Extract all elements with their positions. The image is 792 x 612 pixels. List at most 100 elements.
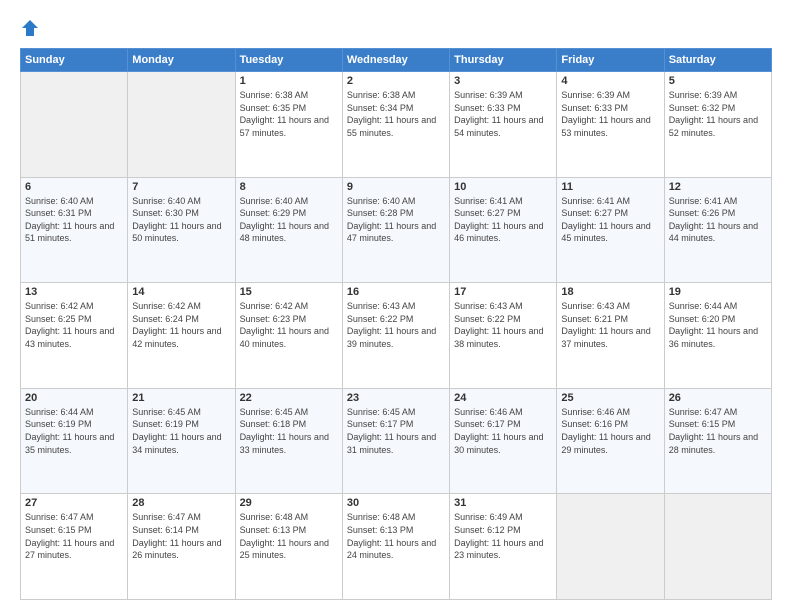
day-info: Sunrise: 6:47 AM Sunset: 6:14 PM Dayligh… [132, 511, 230, 561]
weekday-header-sunday: Sunday [21, 49, 128, 72]
page: SundayMondayTuesdayWednesdayThursdayFrid… [0, 0, 792, 612]
day-info: Sunrise: 6:39 AM Sunset: 6:33 PM Dayligh… [454, 89, 552, 139]
day-number: 24 [454, 392, 552, 404]
weekday-header-tuesday: Tuesday [235, 49, 342, 72]
empty-cell [21, 72, 128, 178]
day-info: Sunrise: 6:39 AM Sunset: 6:33 PM Dayligh… [561, 89, 659, 139]
day-number: 14 [132, 286, 230, 298]
day-number: 11 [561, 181, 659, 193]
day-number: 7 [132, 181, 230, 193]
day-info: Sunrise: 6:45 AM Sunset: 6:18 PM Dayligh… [240, 406, 338, 456]
day-cell-2: 2Sunrise: 6:38 AM Sunset: 6:34 PM Daylig… [342, 72, 449, 178]
day-info: Sunrise: 6:44 AM Sunset: 6:19 PM Dayligh… [25, 406, 123, 456]
day-info: Sunrise: 6:47 AM Sunset: 6:15 PM Dayligh… [25, 511, 123, 561]
day-cell-27: 27 Sunrise: 6:47 AM Sunset: 6:15 PM Dayli… [21, 494, 128, 600]
day-cell-5: 5Sunrise: 6:39 AM Sunset: 6:32 PM Daylig… [664, 72, 771, 178]
day-info: Sunrise: 6:40 AM Sunset: 6:28 PM Dayligh… [347, 195, 445, 245]
day-cell-28: 28 Sunrise: 6:47 AM Sunset: 6:14 PM Dayli… [128, 494, 235, 600]
day-info: Sunrise: 6:46 AM Sunset: 6:17 PM Dayligh… [454, 406, 552, 456]
day-number: 13 [25, 286, 123, 298]
day-cell-31: 31Sunrise: 6:49 AM Sunset: 6:12 PM Dayli… [450, 494, 557, 600]
day-cell-16: 16 Sunrise: 6:43 AM Sunset: 6:22 PM Dayli… [342, 283, 449, 389]
day-info: Sunrise: 6:43 AM Sunset: 6:22 PM Dayligh… [454, 300, 552, 350]
day-number: 31 [454, 497, 552, 509]
week-row-4: 20 Sunrise: 6:44 AM Sunset: 6:19 PM Dayli… [21, 388, 772, 494]
day-number: 16 [347, 286, 445, 298]
logo [20, 18, 44, 38]
day-number: 27 [25, 497, 123, 509]
day-info: Sunrise: 6:40 AM Sunset: 6:29 PM Dayligh… [240, 195, 338, 245]
day-info: Sunrise: 6:40 AM Sunset: 6:31 PM Dayligh… [25, 195, 123, 245]
logo-icon [20, 18, 40, 38]
week-row-2: 6 Sunrise: 6:40 AM Sunset: 6:31 PM Daylig… [21, 177, 772, 283]
weekday-header-saturday: Saturday [664, 49, 771, 72]
week-row-3: 13 Sunrise: 6:42 AM Sunset: 6:25 PM Dayli… [21, 283, 772, 389]
calendar-table: SundayMondayTuesdayWednesdayThursdayFrid… [20, 48, 772, 600]
day-cell-25: 25Sunrise: 6:46 AM Sunset: 6:16 PM Dayli… [557, 388, 664, 494]
day-info: Sunrise: 6:48 AM Sunset: 6:13 PM Dayligh… [240, 511, 338, 561]
day-cell-10: 10Sunrise: 6:41 AM Sunset: 6:27 PM Dayli… [450, 177, 557, 283]
day-cell-23: 23 Sunrise: 6:45 AM Sunset: 6:17 PM Dayli… [342, 388, 449, 494]
day-cell-30: 30 Sunrise: 6:48 AM Sunset: 6:13 PM Dayli… [342, 494, 449, 600]
day-info: Sunrise: 6:41 AM Sunset: 6:27 PM Dayligh… [454, 195, 552, 245]
day-cell-29: 29 Sunrise: 6:48 AM Sunset: 6:13 PM Dayli… [235, 494, 342, 600]
day-number: 25 [561, 392, 659, 404]
day-info: Sunrise: 6:45 AM Sunset: 6:17 PM Dayligh… [347, 406, 445, 456]
day-cell-24: 24 Sunrise: 6:46 AM Sunset: 6:17 PM Dayli… [450, 388, 557, 494]
week-row-1: 1Sunrise: 6:38 AM Sunset: 6:35 PM Daylig… [21, 72, 772, 178]
day-number: 29 [240, 497, 338, 509]
day-number: 6 [25, 181, 123, 193]
day-number: 9 [347, 181, 445, 193]
day-info: Sunrise: 6:42 AM Sunset: 6:24 PM Dayligh… [132, 300, 230, 350]
day-cell-12: 12 Sunrise: 6:41 AM Sunset: 6:26 PM Dayli… [664, 177, 771, 283]
day-number: 3 [454, 75, 552, 87]
day-cell-9: 9 Sunrise: 6:40 AM Sunset: 6:28 PM Daylig… [342, 177, 449, 283]
day-info: Sunrise: 6:42 AM Sunset: 6:25 PM Dayligh… [25, 300, 123, 350]
day-cell-7: 7 Sunrise: 6:40 AM Sunset: 6:30 PM Daylig… [128, 177, 235, 283]
day-info: Sunrise: 6:43 AM Sunset: 6:21 PM Dayligh… [561, 300, 659, 350]
day-info: Sunrise: 6:48 AM Sunset: 6:13 PM Dayligh… [347, 511, 445, 561]
day-info: Sunrise: 6:44 AM Sunset: 6:20 PM Dayligh… [669, 300, 767, 350]
week-row-5: 27 Sunrise: 6:47 AM Sunset: 6:15 PM Dayli… [21, 494, 772, 600]
day-number: 19 [669, 286, 767, 298]
day-number: 8 [240, 181, 338, 193]
day-cell-11: 11Sunrise: 6:41 AM Sunset: 6:27 PM Dayli… [557, 177, 664, 283]
day-cell-19: 19 Sunrise: 6:44 AM Sunset: 6:20 PM Dayli… [664, 283, 771, 389]
day-cell-20: 20 Sunrise: 6:44 AM Sunset: 6:19 PM Dayli… [21, 388, 128, 494]
day-cell-4: 4Sunrise: 6:39 AM Sunset: 6:33 PM Daylig… [557, 72, 664, 178]
day-info: Sunrise: 6:38 AM Sunset: 6:34 PM Dayligh… [347, 89, 445, 139]
day-number: 22 [240, 392, 338, 404]
day-info: Sunrise: 6:39 AM Sunset: 6:32 PM Dayligh… [669, 89, 767, 139]
day-info: Sunrise: 6:47 AM Sunset: 6:15 PM Dayligh… [669, 406, 767, 456]
day-info: Sunrise: 6:42 AM Sunset: 6:23 PM Dayligh… [240, 300, 338, 350]
weekday-header-thursday: Thursday [450, 49, 557, 72]
day-number: 30 [347, 497, 445, 509]
day-cell-3: 3 Sunrise: 6:39 AM Sunset: 6:33 PM Daylig… [450, 72, 557, 178]
day-cell-22: 22 Sunrise: 6:45 AM Sunset: 6:18 PM Dayli… [235, 388, 342, 494]
day-number: 20 [25, 392, 123, 404]
day-cell-6: 6 Sunrise: 6:40 AM Sunset: 6:31 PM Daylig… [21, 177, 128, 283]
day-info: Sunrise: 6:40 AM Sunset: 6:30 PM Dayligh… [132, 195, 230, 245]
weekday-header-friday: Friday [557, 49, 664, 72]
day-cell-18: 18 Sunrise: 6:43 AM Sunset: 6:21 PM Dayli… [557, 283, 664, 389]
day-cell-17: 17 Sunrise: 6:43 AM Sunset: 6:22 PM Dayli… [450, 283, 557, 389]
day-number: 23 [347, 392, 445, 404]
day-cell-26: 26Sunrise: 6:47 AM Sunset: 6:15 PM Dayli… [664, 388, 771, 494]
header [20, 18, 772, 38]
day-info: Sunrise: 6:45 AM Sunset: 6:19 PM Dayligh… [132, 406, 230, 456]
day-cell-1: 1Sunrise: 6:38 AM Sunset: 6:35 PM Daylig… [235, 72, 342, 178]
day-info: Sunrise: 6:43 AM Sunset: 6:22 PM Dayligh… [347, 300, 445, 350]
empty-cell [664, 494, 771, 600]
day-cell-14: 14 Sunrise: 6:42 AM Sunset: 6:24 PM Dayli… [128, 283, 235, 389]
weekday-header-monday: Monday [128, 49, 235, 72]
day-cell-15: 15 Sunrise: 6:42 AM Sunset: 6:23 PM Dayli… [235, 283, 342, 389]
day-number: 18 [561, 286, 659, 298]
day-number: 12 [669, 181, 767, 193]
day-number: 21 [132, 392, 230, 404]
day-number: 15 [240, 286, 338, 298]
day-info: Sunrise: 6:38 AM Sunset: 6:35 PM Dayligh… [240, 89, 338, 139]
day-info: Sunrise: 6:41 AM Sunset: 6:26 PM Dayligh… [669, 195, 767, 245]
day-cell-8: 8 Sunrise: 6:40 AM Sunset: 6:29 PM Daylig… [235, 177, 342, 283]
day-number: 17 [454, 286, 552, 298]
day-number: 28 [132, 497, 230, 509]
